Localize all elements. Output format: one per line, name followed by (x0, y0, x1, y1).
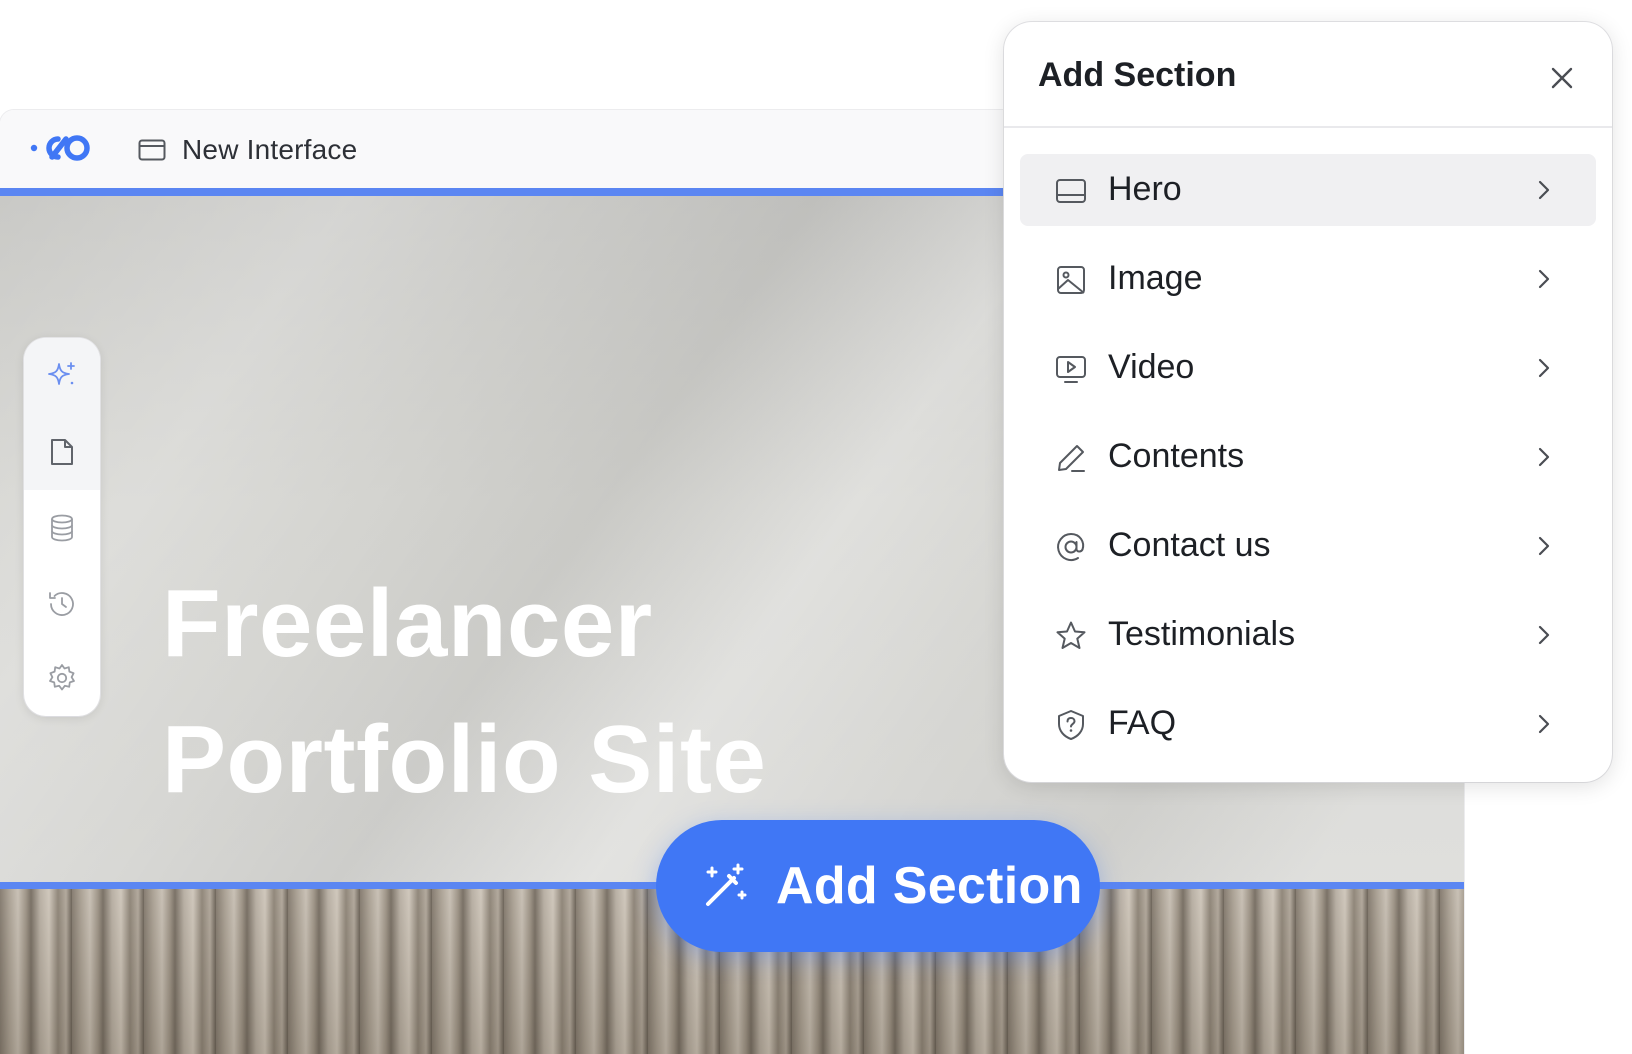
history-icon (49, 592, 74, 616)
menu-item-testimonials[interactable]: Testimonials (1020, 599, 1596, 671)
at-sign-icon (1057, 532, 1085, 561)
pages-button[interactable] (24, 414, 100, 490)
magic-wand-icon (706, 863, 747, 906)
sparkle-icon (48, 362, 75, 385)
chevron-right-icon (1538, 269, 1550, 289)
menu-item-label: FAQ (1108, 704, 1177, 742)
close-icon (1551, 67, 1573, 89)
chevron-right-icon (1538, 447, 1550, 467)
add-section-button[interactable]: Add Section (656, 820, 1100, 952)
window-icon (138, 139, 166, 161)
ai-assist-button[interactable] (24, 338, 100, 414)
chevron-right-icon (1538, 714, 1550, 734)
gear-icon (49, 664, 75, 691)
hero-title[interactable]: Freelancer Portfolio Site (162, 556, 982, 828)
chevron-right-icon (1538, 625, 1550, 645)
add-section-label: Add Section (776, 857, 1083, 915)
chevron-right-icon (1538, 180, 1550, 200)
chevron-right-icon (1538, 358, 1550, 378)
menu-item-contents[interactable]: Contents (1020, 421, 1596, 493)
app-logo[interactable] (28, 128, 96, 168)
panel-header: Add Section (1004, 22, 1612, 128)
document-tab[interactable]: New Interface (136, 134, 357, 166)
menu-item-label: Video (1108, 348, 1195, 386)
panel-title: Add Section (1038, 56, 1237, 94)
menu-item-video[interactable]: Video (1020, 332, 1596, 404)
hero-title-line-1: Freelancer (162, 570, 653, 677)
menu-item-label: Contents (1108, 437, 1245, 475)
hero-icon (1056, 179, 1086, 203)
star-icon (1056, 621, 1086, 649)
close-button[interactable] (1542, 58, 1582, 98)
hero-title-line-2: Portfolio Site (162, 706, 767, 813)
menu-item-label: Contact us (1108, 526, 1271, 564)
database-icon (51, 514, 73, 542)
data-button[interactable] (24, 490, 100, 566)
add-section-panel: Add Section Hero Image Video Contents Co… (1004, 22, 1612, 782)
shield-question-icon (1058, 710, 1084, 740)
page-icon (51, 439, 73, 465)
history-button[interactable] (24, 566, 100, 642)
menu-item-label: Image (1108, 259, 1203, 297)
menu-item-label: Testimonials (1108, 615, 1296, 653)
menu-item-hero[interactable]: Hero (1020, 154, 1596, 226)
menu-item-contact-us[interactable]: Contact us (1020, 510, 1596, 582)
menu-item-faq[interactable]: FAQ (1020, 688, 1596, 760)
menu-item-label: Hero (1108, 170, 1182, 208)
section-type-menu: Hero Image Video Contents Contact us Tes… (1020, 154, 1596, 777)
image-icon (1057, 266, 1085, 294)
settings-button[interactable] (24, 640, 100, 716)
video-icon (1056, 356, 1086, 383)
tool-rail (24, 338, 100, 716)
chevron-right-icon (1538, 536, 1550, 556)
menu-item-image[interactable]: Image (1020, 243, 1596, 315)
pencil-icon (1058, 445, 1085, 472)
document-title: New Interface (182, 134, 358, 165)
